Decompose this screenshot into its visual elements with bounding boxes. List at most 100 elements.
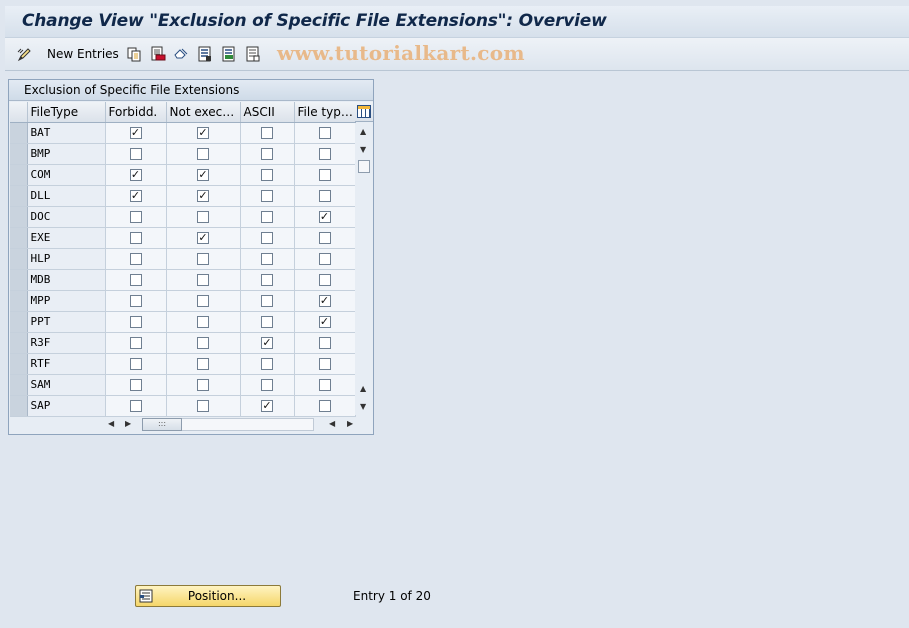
row-selector[interactable] [10, 248, 28, 270]
row-selector[interactable] [10, 206, 28, 228]
ascii-checkbox[interactable] [261, 169, 273, 181]
horizontal-scrollbar[interactable]: ◀ ▶ ::: ◀ ▶ [104, 416, 359, 433]
not-executable-checkbox[interactable]: ✓ [197, 190, 209, 202]
delete-icon[interactable] [150, 46, 166, 62]
row-selector[interactable] [10, 332, 28, 354]
row-selector[interactable] [10, 353, 28, 375]
file-type-l-checkbox[interactable] [318, 169, 331, 181]
row-selector[interactable] [10, 395, 28, 417]
new-entries-button[interactable]: New Entries [47, 47, 119, 61]
column-header-forbidden[interactable]: Forbidd. [105, 102, 167, 123]
file-type-l-checkbox[interactable] [318, 148, 331, 160]
ascii-checkbox[interactable] [261, 316, 273, 328]
vertical-scrollbar[interactable]: ▲ ▼ ▲ ▼ [355, 123, 373, 415]
scroll-right-icon[interactable]: ▶ [125, 420, 131, 428]
row-selector[interactable] [10, 269, 28, 291]
scroll-far-right-icon[interactable]: ▶ [347, 420, 353, 428]
horizontal-scroll-thumb[interactable]: ::: [142, 418, 182, 431]
forbidden-checkbox[interactable] [129, 232, 142, 244]
ascii-checkbox[interactable] [261, 127, 273, 139]
row-selector[interactable] [10, 143, 28, 165]
row-selector[interactable] [10, 227, 28, 249]
column-header-file-type-l[interactable]: File type l... [294, 102, 356, 123]
not-executable-checkbox[interactable] [197, 400, 209, 412]
ascii-cell: ✓ [240, 395, 295, 417]
file-type-l-checkbox[interactable] [318, 232, 331, 244]
select-all-icon[interactable] [197, 46, 213, 62]
file-type-l-checkbox[interactable] [318, 127, 331, 139]
ascii-checkbox[interactable] [261, 379, 273, 391]
copy-icon[interactable] [126, 46, 142, 62]
scroll-down-icon[interactable]: ▼ [360, 146, 366, 154]
ascii-checkbox[interactable] [261, 253, 273, 265]
row-selector[interactable] [10, 185, 28, 207]
row-selector[interactable] [10, 290, 28, 312]
forbidden-checkbox[interactable]: ✓ [129, 190, 142, 202]
not-executable-checkbox[interactable] [197, 148, 209, 160]
forbidden-checkbox[interactable] [129, 253, 142, 265]
ascii-checkbox[interactable] [261, 295, 273, 307]
forbidden-checkbox[interactable] [129, 274, 142, 286]
row-selector[interactable] [10, 164, 28, 186]
forbidden-checkbox[interactable] [129, 358, 142, 370]
row-selector[interactable] [10, 374, 28, 396]
file-type-l-checkbox[interactable] [318, 358, 331, 370]
not-executable-cell [166, 395, 241, 417]
file-type-l-checkbox[interactable]: ✓ [318, 295, 331, 307]
not-executable-checkbox[interactable] [197, 295, 209, 307]
select-block-icon[interactable] [221, 46, 237, 62]
not-executable-checkbox[interactable]: ✓ [197, 169, 209, 181]
file-type-l-checkbox[interactable] [318, 379, 331, 391]
page-up-icon[interactable]: ▲ [360, 385, 366, 393]
not-executable-checkbox[interactable] [197, 379, 209, 391]
file-type-l-checkbox[interactable]: ✓ [318, 316, 331, 328]
vertical-scroll-thumb[interactable] [358, 160, 370, 173]
column-header-ascii[interactable]: ASCII [240, 102, 295, 123]
forbidden-checkbox[interactable] [129, 148, 142, 160]
not-executable-checkbox[interactable] [197, 253, 209, 265]
file-type-l-checkbox[interactable] [318, 190, 331, 202]
forbidden-checkbox[interactable] [129, 379, 142, 391]
not-executable-checkbox[interactable] [197, 358, 209, 370]
ascii-checkbox[interactable] [261, 211, 273, 223]
scroll-left-icon[interactable]: ◀ [108, 420, 114, 428]
not-executable-checkbox[interactable] [197, 316, 209, 328]
file-type-l-checkbox[interactable]: ✓ [318, 211, 331, 223]
scroll-up-icon[interactable]: ▲ [360, 128, 366, 136]
ascii-checkbox[interactable] [261, 274, 273, 286]
forbidden-checkbox[interactable] [129, 211, 142, 223]
ascii-checkbox[interactable] [261, 358, 273, 370]
deselect-all-icon[interactable] [245, 46, 261, 62]
forbidden-checkbox[interactable] [129, 400, 142, 412]
not-executable-checkbox[interactable] [197, 274, 209, 286]
row-selector[interactable] [10, 311, 28, 333]
file-type-l-checkbox[interactable] [318, 253, 331, 265]
ascii-checkbox[interactable]: ✓ [261, 400, 273, 412]
not-executable-checkbox[interactable]: ✓ [197, 127, 209, 139]
edit-pencil-icon[interactable] [17, 46, 33, 62]
ascii-checkbox[interactable] [261, 148, 273, 160]
ascii-checkbox[interactable] [261, 232, 273, 244]
row-selector[interactable] [10, 122, 28, 144]
ascii-checkbox[interactable] [261, 190, 273, 202]
column-header-filetype[interactable]: FileType [27, 102, 106, 123]
column-header-not-executable[interactable]: Not execu... [166, 102, 241, 123]
forbidden-checkbox[interactable] [129, 295, 142, 307]
forbidden-checkbox[interactable] [129, 316, 142, 328]
file-type-l-checkbox[interactable] [318, 337, 331, 349]
forbidden-checkbox[interactable]: ✓ [129, 169, 142, 181]
page-down-icon[interactable]: ▼ [360, 403, 366, 411]
position-button[interactable]: Position... [135, 585, 281, 607]
undo-icon[interactable] [173, 46, 189, 62]
table-settings-icon[interactable] [355, 102, 373, 122]
not-executable-checkbox[interactable] [197, 211, 209, 223]
file-type-l-checkbox[interactable] [318, 274, 331, 286]
not-executable-checkbox[interactable] [197, 337, 209, 349]
forbidden-checkbox[interactable] [129, 337, 142, 349]
file-type-l-checkbox[interactable] [318, 400, 331, 412]
not-executable-checkbox[interactable]: ✓ [197, 232, 209, 244]
forbidden-checkbox[interactable]: ✓ [129, 127, 142, 139]
ascii-checkbox[interactable]: ✓ [261, 337, 273, 349]
select-all-rows-button[interactable] [10, 102, 28, 123]
scroll-far-left-icon[interactable]: ◀ [329, 420, 335, 428]
